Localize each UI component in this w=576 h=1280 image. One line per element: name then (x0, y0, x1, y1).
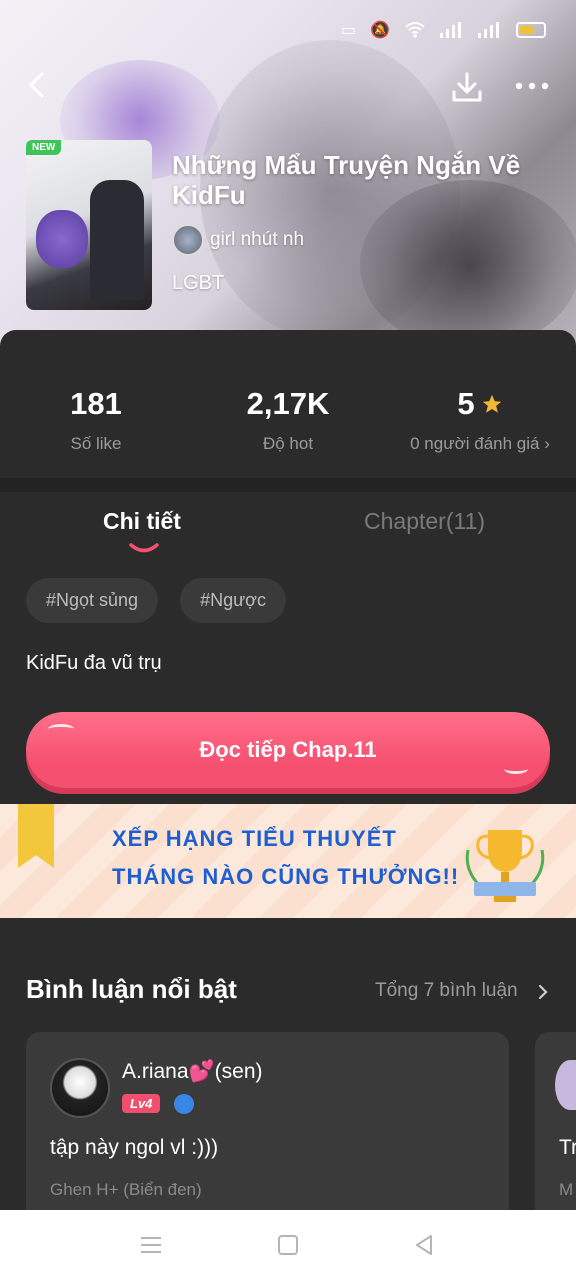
tab-bar: Chi tiết Chapter(11) (0, 492, 576, 562)
signal-icon-2 (478, 22, 499, 38)
avatar[interactable] (555, 1060, 576, 1110)
story-title: Những Mẩu Truyện Ngắn Về KidFu (172, 150, 521, 210)
comments-title: Bình luận nổi bật (26, 974, 237, 1004)
banner-text-line1: XẾP HẠNG TIỂU THUYẾT (112, 826, 397, 851)
comment-text: Tr (559, 1136, 576, 1159)
tag-item[interactable]: #Ngọt sủng (26, 578, 159, 623)
comments-total-link[interactable]: Tổng 7 bình luận (375, 980, 518, 1002)
tab-chapters[interactable]: Chapter(11) (364, 508, 485, 535)
menu-icon[interactable] (140, 1236, 162, 1254)
wifi-icon (405, 22, 425, 38)
tag-item[interactable]: #Ngược (180, 578, 286, 623)
new-badge: NEW (26, 140, 62, 155)
hot-stat: 2,17K Độ hot (192, 386, 384, 454)
back-button[interactable] (22, 70, 52, 100)
author-name: girl nhút nh (210, 229, 305, 250)
author-row[interactable]: girl nhút nh (172, 224, 304, 256)
tag-list: #Ngọt sủng #Ngược (26, 578, 286, 623)
more-options-icon[interactable] (514, 78, 550, 94)
avatar[interactable] (50, 1058, 110, 1118)
story-cover[interactable] (26, 140, 152, 310)
continue-reading-label: Đọc tiếp Chap.11 (199, 737, 377, 762)
level-badge: Lv4 (122, 1094, 161, 1113)
hot-value: 2,17K (246, 386, 330, 421)
comment-meta: M (559, 1180, 574, 1199)
nav-back-icon[interactable] (413, 1234, 435, 1256)
status-bar: ▭ 🔕 (341, 20, 546, 40)
comment-card[interactable]: A.riana💕(sen) Lv4 tập này ngol vl :))) G… (26, 1032, 509, 1232)
home-icon[interactable] (278, 1235, 298, 1255)
comment-meta: Ghen H+ (Biển đen) (50, 1180, 202, 1199)
chevron-right-icon[interactable] (536, 982, 550, 1002)
banner-text-line2: THÁNG NÀO CŨNG THƯỞNG!! (112, 864, 460, 889)
mute-icon: 🔕 (370, 22, 390, 39)
comment-card[interactable]: Tr M (535, 1032, 576, 1232)
likes-stat: 181 Số like (0, 386, 192, 454)
section-divider (0, 478, 576, 492)
rating-label: 0 người đánh giá (410, 434, 540, 453)
tab-active-indicator (129, 543, 159, 553)
signal-icon (440, 22, 461, 38)
comment-author[interactable]: A.riana💕(sen) (122, 1060, 263, 1084)
download-icon[interactable] (450, 70, 484, 104)
trophy-icon (465, 830, 545, 902)
continue-reading-button[interactable]: Đọc tiếp Chap.11 (26, 712, 550, 788)
stats-panel: 181 Số like 2,17K Độ hot 5 0 người đánh … (0, 330, 576, 480)
comment-text: tập này ngol vl :))) (50, 1136, 219, 1159)
hot-label: Độ hot (262, 434, 314, 453)
story-summary: KidFu đa vũ trụ (26, 652, 162, 674)
tab-details[interactable]: Chi tiết (103, 508, 181, 535)
system-nav-bar (0, 1210, 576, 1280)
battery-icon (516, 22, 546, 38)
genre-label[interactable]: LGBT (172, 272, 224, 295)
screen-cast-icon: ▭ (340, 22, 357, 39)
likes-label: Số like (70, 434, 122, 453)
author-avatar (172, 224, 204, 256)
bookmark-icon (18, 804, 54, 868)
rating-value: 5 (457, 386, 475, 421)
chevron-right-icon: › (544, 434, 550, 453)
likes-value: 181 (70, 386, 122, 421)
star-icon (482, 394, 501, 413)
rating-stat[interactable]: 5 0 người đánh giá › (384, 386, 576, 454)
verified-badge-icon (174, 1094, 194, 1114)
